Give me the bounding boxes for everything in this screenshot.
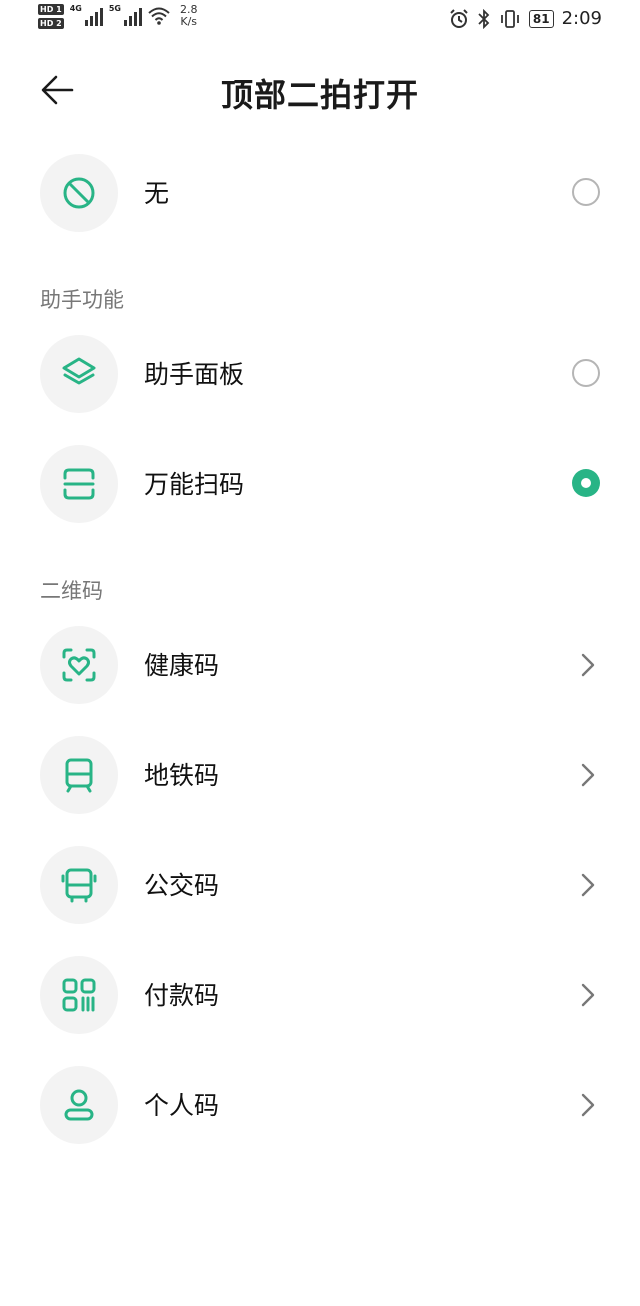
option-none[interactable]: 无 — [0, 138, 640, 248]
net1-label: 4G — [69, 4, 82, 13]
chevron-right-icon — [581, 763, 595, 787]
item-bus-code[interactable]: 公交码 — [0, 830, 640, 940]
bluetooth-icon — [478, 8, 490, 29]
sim1-badge: HD 1 — [38, 4, 64, 15]
option-label: 万能扫码 — [144, 470, 245, 499]
app-header: 顶部二拍打开 — [0, 56, 640, 122]
icon-container — [40, 154, 118, 232]
item-health-code[interactable]: 健康码 — [0, 610, 640, 720]
item-label: 公交码 — [144, 871, 220, 900]
item-metro-code[interactable]: 地铁码 — [0, 720, 640, 830]
alarm-icon — [450, 8, 468, 28]
status-bar: HD 1 HD 2 4G 5G 2.8 K/s 81 2:09 — [0, 0, 640, 40]
radio-assistant-panel[interactable] — [572, 359, 600, 387]
status-left: HD 1 HD 2 4G 5G 2.8 K/s — [38, 4, 197, 29]
speed-unit: K/s — [180, 15, 198, 28]
sim2-badge: HD 2 — [38, 18, 64, 29]
metro-icon — [65, 758, 93, 793]
item-label: 地铁码 — [144, 761, 220, 790]
layers-icon — [62, 357, 96, 385]
health-heart-icon — [62, 648, 96, 682]
item-personal-code[interactable]: 个人码 — [0, 1050, 640, 1160]
item-payment-code[interactable]: 付款码 — [0, 940, 640, 1050]
icon-container — [40, 846, 118, 924]
chevron-right-icon — [581, 983, 595, 1007]
icon-container — [40, 736, 118, 814]
wifi-icon — [148, 7, 170, 25]
item-label: 健康码 — [144, 651, 220, 680]
item-label: 个人码 — [144, 1091, 220, 1120]
icon-container — [40, 626, 118, 704]
chevron-right-icon — [581, 653, 595, 677]
option-assistant-panel[interactable]: 助手面板 — [0, 319, 640, 429]
option-label: 无 — [144, 179, 170, 208]
scan-icon — [63, 468, 95, 500]
icon-container — [40, 335, 118, 413]
signal-2-icon: 5G — [109, 4, 142, 26]
battery-icon: 81 — [528, 9, 554, 28]
signal-1-icon: 4G — [70, 4, 103, 26]
payment-code-icon — [62, 978, 96, 1012]
option-label: 助手面板 — [144, 360, 245, 389]
icon-container — [40, 1066, 118, 1144]
chevron-right-icon — [581, 873, 595, 897]
option-universal-scan[interactable]: 万能扫码 — [0, 429, 640, 539]
net2-label: 5G — [108, 4, 121, 13]
status-right: 81 2:09 — [449, 8, 602, 29]
icon-container — [40, 445, 118, 523]
bus-icon — [61, 868, 97, 903]
icon-container — [40, 956, 118, 1034]
page-title: 顶部二拍打开 — [220, 76, 419, 114]
radio-none[interactable] — [572, 178, 600, 206]
person-icon — [64, 1089, 94, 1121]
item-label: 付款码 — [144, 981, 220, 1010]
chevron-right-icon — [581, 1093, 595, 1117]
vibrate-icon — [500, 9, 519, 28]
sim-labels: HD 1 HD 2 — [38, 4, 64, 29]
clock: 2:09 — [561, 8, 602, 29]
section-title-assistant: 助手功能 — [40, 288, 124, 312]
radio-universal-scan[interactable] — [572, 469, 600, 497]
section-title-qrcode: 二维码 — [40, 579, 103, 603]
forbidden-icon — [63, 177, 95, 209]
network-speed: 2.8 K/s — [180, 4, 198, 28]
